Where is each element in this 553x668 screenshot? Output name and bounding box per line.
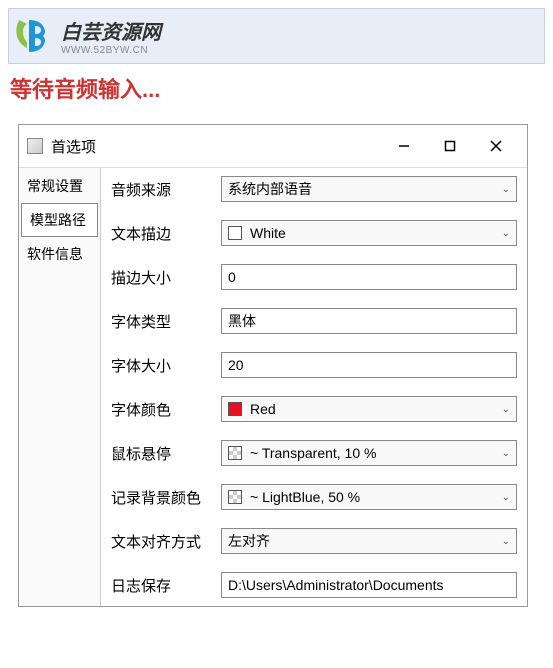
logo-icon (13, 14, 57, 58)
stroke-size-input[interactable] (221, 264, 517, 290)
row-text-stroke: 文本描边 White ⌄ (111, 220, 517, 246)
banner: 白芸资源网 WWW.52BYW.CN (8, 8, 545, 64)
window-controls (381, 131, 519, 161)
app-icon (27, 138, 43, 154)
close-button[interactable] (473, 131, 519, 161)
preferences-window: 首选项 常规设置 模型路径 软件信息 音频来源 系统内部语音 ⌄ (18, 124, 528, 607)
logo-url: WWW.52BYW.CN (61, 45, 161, 56)
hover-value: ~ Transparent, 10 % (250, 445, 502, 461)
checkbox-icon (228, 226, 242, 240)
logo-title: 白芸资源网 (61, 16, 161, 45)
transparent-swatch-icon (228, 490, 242, 504)
chevron-down-icon: ⌄ (502, 228, 510, 239)
chevron-down-icon: ⌄ (502, 492, 510, 503)
row-audio-source: 音频来源 系统内部语音 ⌄ (111, 176, 517, 202)
label-audio-source: 音频来源 (111, 179, 221, 200)
content: 音频来源 系统内部语音 ⌄ 文本描边 White ⌄ (101, 168, 527, 606)
text-stroke-value: White (250, 225, 502, 241)
bg-color-select[interactable]: ~ LightBlue, 50 % ⌄ (221, 484, 517, 510)
logo-text: 白芸资源网 WWW.52BYW.CN (61, 16, 161, 56)
audio-source-value: 系统内部语音 (228, 179, 502, 199)
label-font-size: 字体大小 (111, 355, 221, 376)
row-font-type: 字体类型 (111, 308, 517, 334)
row-text-align: 文本对齐方式 左对齐 ⌄ (111, 528, 517, 554)
label-font-color: 字体颜色 (111, 399, 221, 420)
text-align-select[interactable]: 左对齐 ⌄ (221, 528, 517, 554)
label-text-align: 文本对齐方式 (111, 531, 221, 552)
chevron-down-icon: ⌄ (502, 404, 510, 415)
color-swatch-icon (228, 402, 242, 416)
chevron-down-icon: ⌄ (502, 184, 510, 195)
logo: 白芸资源网 WWW.52BYW.CN (13, 14, 161, 58)
sidebar: 常规设置 模型路径 软件信息 (19, 168, 101, 606)
text-align-value: 左对齐 (228, 531, 502, 551)
label-log-path: 日志保存 (111, 575, 221, 596)
minimize-button[interactable] (381, 131, 427, 161)
audio-source-select[interactable]: 系统内部语音 ⌄ (221, 176, 517, 202)
transparent-swatch-icon (228, 446, 242, 460)
maximize-button[interactable] (427, 131, 473, 161)
tab-about[interactable]: 软件信息 (19, 238, 100, 270)
chevron-down-icon: ⌄ (502, 448, 510, 459)
font-color-value: Red (250, 401, 502, 417)
row-log-path: 日志保存 (111, 572, 517, 598)
hover-select[interactable]: ~ Transparent, 10 % ⌄ (221, 440, 517, 466)
font-type-input[interactable] (221, 308, 517, 334)
text-stroke-select[interactable]: White ⌄ (221, 220, 517, 246)
tab-general[interactable]: 常规设置 (19, 170, 100, 202)
label-stroke-size: 描边大小 (111, 267, 221, 288)
label-bg-color: 记录背景颜色 (111, 487, 221, 508)
log-path-input[interactable] (221, 572, 517, 598)
window-body: 常规设置 模型路径 软件信息 音频来源 系统内部语音 ⌄ 文本描边 (19, 168, 527, 606)
label-font-type: 字体类型 (111, 311, 221, 332)
row-font-color: 字体颜色 Red ⌄ (111, 396, 517, 422)
row-hover: 鼠标悬停 ~ Transparent, 10 % ⌄ (111, 440, 517, 466)
font-color-select[interactable]: Red ⌄ (221, 396, 517, 422)
label-text-stroke: 文本描边 (111, 223, 221, 244)
font-size-input[interactable] (221, 352, 517, 378)
tab-model-path[interactable]: 模型路径 (21, 203, 98, 237)
row-bg-color: 记录背景颜色 ~ LightBlue, 50 % ⌄ (111, 484, 517, 510)
label-hover: 鼠标悬停 (111, 443, 221, 464)
row-stroke-size: 描边大小 (111, 264, 517, 290)
status-text: 等待音频输入... (10, 72, 543, 104)
bg-color-value: ~ LightBlue, 50 % (250, 489, 502, 505)
window-title: 首选项 (51, 136, 381, 157)
titlebar: 首选项 (19, 125, 527, 168)
row-font-size: 字体大小 (111, 352, 517, 378)
chevron-down-icon: ⌄ (502, 536, 510, 547)
